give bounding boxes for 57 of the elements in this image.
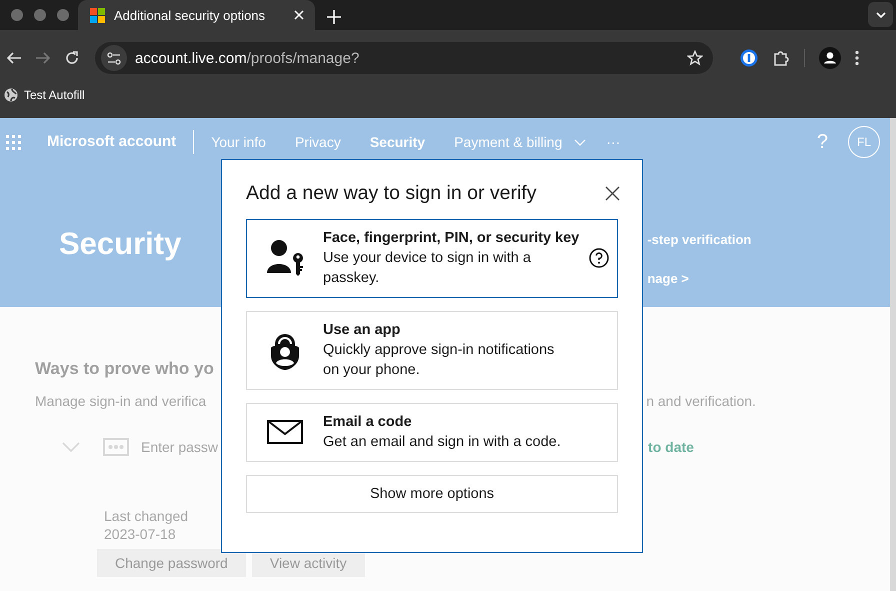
option-title: Use an app [323,321,402,340]
puzzle-icon[interactable] [772,49,790,67]
page-title: Security [59,226,182,262]
window-control-icon[interactable] [11,9,23,21]
url-text: account.live.com/proofs/manage? [135,50,360,66]
reload-icon[interactable] [64,50,80,66]
nav-link[interactable]: Security [352,134,438,150]
option-description: Use your device to sign in with a passkey. [323,249,532,288]
user-avatar[interactable]: FL [848,126,880,158]
option-title: Email a code [323,413,413,432]
nav-link[interactable]: Privacy [278,134,353,150]
card-title: -step verification [647,232,752,247]
option-description: Get an email and sign in with a code. [323,433,561,452]
action-button[interactable]: Change password [97,549,246,577]
chevron-down-icon [574,138,586,146]
sign-in-option[interactable]: Face, fingerprint, PIN, or security key Use your device to sign in with a passkey. [246,219,618,298]
star-icon[interactable] [687,50,703,66]
new-tab-icon[interactable] [327,10,341,24]
section-heading: Ways to prove who yo [35,359,214,379]
more-menu[interactable]: ··· [606,134,620,150]
back-arrow-icon[interactable] [6,50,22,66]
address-bar[interactable]: account.live.com/proofs/manage? [95,42,713,74]
microsoft-logo-icon [90,8,105,22]
envelope-icon [267,420,303,444]
sign-in-option[interactable]: Email a code Get an email and sign in with a code. [246,403,618,462]
option-title: Face, fingerprint, PIN, or security key [323,229,580,248]
help-icon[interactable] [589,248,609,268]
close-icon[interactable] [605,186,620,201]
bookmark-item[interactable]: Test Autofill [4,88,85,102]
password-icon [103,438,129,456]
site-brand[interactable]: Microsoft account [47,130,194,154]
sign-in-option[interactable]: Use an app Quickly approve sign-in notifications on your phone. [246,311,618,390]
nav-link[interactable]: Payment & billing [437,134,574,150]
profile-avatar-icon[interactable] [819,47,841,69]
row-label: Enter passw [141,439,218,455]
site-settings-icon[interactable] [101,45,127,71]
browser-tab[interactable]: Additional security options [78,0,315,30]
forward-arrow-icon[interactable] [35,50,51,66]
help-link[interactable]: ? [816,130,828,154]
manage-link[interactable]: nage > [647,271,752,286]
status-text: to date [648,439,694,455]
sliders-icon [107,52,121,64]
tab-search-button[interactable] [868,2,893,27]
window-control-icon[interactable] [34,9,46,21]
chevron-down-icon [874,10,886,19]
dialog-title: Add a new way to sign in or verify [246,182,536,205]
detail-value: 2023-07-18 [104,525,177,543]
window-control-icon[interactable] [57,9,69,21]
section-description: Manage sign-in and verifica [35,393,206,409]
detail-label: Last changed [104,507,190,525]
kebab-menu-icon[interactable] [855,50,859,66]
show-more-button[interactable]: Show more options [246,475,618,513]
nav-link[interactable]: Your info [194,134,278,150]
section-description: n and verification. [646,393,756,409]
option-description: Quickly approve sign-in notifications on your phone. [323,341,556,380]
person-key-icon [266,239,304,277]
password-manager-icon[interactable] [740,49,758,67]
